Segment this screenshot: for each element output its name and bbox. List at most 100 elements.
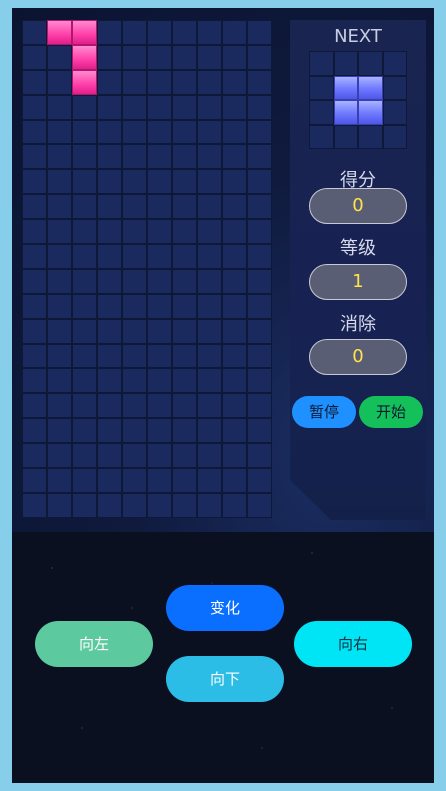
board-cell <box>97 94 122 120</box>
board-cell <box>172 418 197 444</box>
next-piece-preview <box>309 51 407 149</box>
board-cell <box>72 244 97 269</box>
next-cell <box>333 51 358 76</box>
board-cell <box>72 169 97 195</box>
board-cell <box>47 44 72 70</box>
board-cell <box>247 144 272 170</box>
board-cell <box>222 318 247 344</box>
board-cell <box>247 20 272 45</box>
board-cell <box>147 44 172 70</box>
board-cell <box>147 492 172 518</box>
board-cell <box>247 219 272 245</box>
board-cell <box>97 194 122 220</box>
board-cell <box>97 20 122 45</box>
game-frame: NEXT 得分 0 等级 1 消除 0 暂停 开始 变化 向左 向右 向下 <box>12 8 434 783</box>
board-cell <box>147 169 172 195</box>
board-cell <box>47 318 72 344</box>
board-cell <box>97 44 122 70</box>
board-cell <box>22 194 47 220</box>
board-cell <box>172 169 197 195</box>
move-down-button[interactable]: 向下 <box>166 656 284 702</box>
board-cell <box>147 443 172 469</box>
board-cell <box>72 492 97 518</box>
board-cell <box>197 268 222 294</box>
board-cell <box>197 293 222 319</box>
board-cell <box>122 44 147 70</box>
board-cell <box>197 169 222 195</box>
board-cell <box>247 69 272 95</box>
board-cell <box>47 492 72 518</box>
move-right-button[interactable]: 向右 <box>294 621 412 667</box>
board-cell <box>147 268 172 294</box>
board-cell <box>247 468 272 493</box>
board-cell <box>222 443 247 469</box>
pause-button[interactable]: 暂停 <box>292 396 356 428</box>
board-cell <box>197 94 222 120</box>
board-cell <box>47 119 72 145</box>
board-cell <box>72 94 97 120</box>
board-cell <box>72 368 97 394</box>
board-cell <box>197 468 222 493</box>
board-cell <box>72 194 97 220</box>
next-block <box>333 100 358 125</box>
board-cell <box>172 44 197 70</box>
board-cell <box>97 343 122 369</box>
board-cell <box>72 418 97 444</box>
board-cell <box>247 94 272 120</box>
score-value: 0 <box>309 188 407 224</box>
board-cell <box>22 293 47 319</box>
board-cell <box>122 318 147 344</box>
board-cell <box>122 20 147 45</box>
board-cell <box>122 418 147 444</box>
board-cell <box>97 219 122 245</box>
board-cell <box>172 268 197 294</box>
board-cell <box>147 393 172 419</box>
board-cell <box>47 293 72 319</box>
board-cell <box>122 268 147 294</box>
board-cell <box>97 169 122 195</box>
board-cell <box>147 69 172 95</box>
board-cell <box>222 219 247 245</box>
next-label: NEXT <box>334 26 382 47</box>
start-button[interactable]: 开始 <box>359 396 423 428</box>
move-left-button[interactable]: 向左 <box>35 621 153 667</box>
lines-value: 0 <box>309 339 407 375</box>
rotate-button[interactable]: 变化 <box>166 585 284 631</box>
board-cell <box>22 20 47 45</box>
board-cell <box>47 144 72 170</box>
board-cell <box>172 393 197 419</box>
board-cell <box>197 144 222 170</box>
board-cell <box>122 169 147 195</box>
board-cell <box>47 418 72 444</box>
board-cell <box>47 94 72 120</box>
next-cell <box>309 51 334 76</box>
board-cell <box>72 393 97 419</box>
board-cell <box>97 368 122 394</box>
board-cell <box>122 94 147 120</box>
board-cell <box>247 418 272 444</box>
board-cell <box>197 393 222 419</box>
board-cell <box>72 293 97 319</box>
board-cell <box>122 69 147 95</box>
board-cell <box>72 318 97 344</box>
board-cell <box>172 443 197 469</box>
board-cell <box>247 44 272 70</box>
board-cell <box>22 244 47 269</box>
board-cell <box>122 194 147 220</box>
board-cell <box>47 468 72 493</box>
board-cell <box>97 393 122 419</box>
board-cell <box>172 293 197 319</box>
board-cell <box>197 244 222 269</box>
board-cell <box>22 368 47 394</box>
board-cell <box>197 318 222 344</box>
board-cell <box>197 44 222 70</box>
board-cell <box>222 492 247 518</box>
board-cell <box>47 219 72 245</box>
board-cell <box>97 468 122 493</box>
board-cell <box>122 144 147 170</box>
board-cell <box>122 492 147 518</box>
board-cell <box>97 418 122 444</box>
board-cell <box>172 318 197 344</box>
board-cell <box>97 119 122 145</box>
board-cell <box>47 169 72 195</box>
